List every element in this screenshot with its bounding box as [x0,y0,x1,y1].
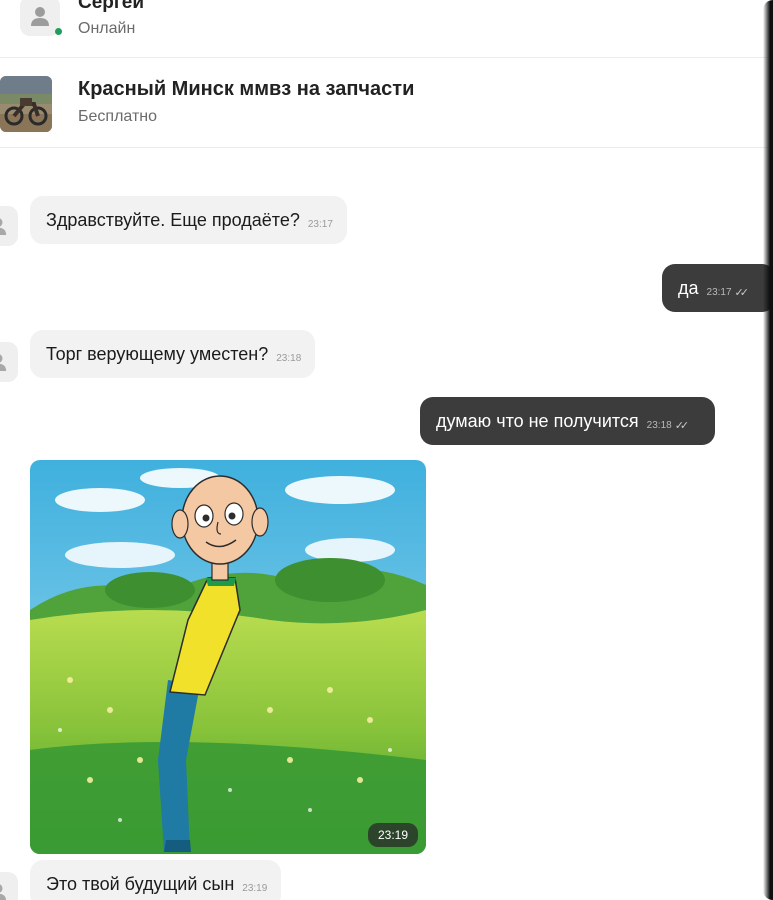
chat-header: Сергей Онлайн [0,0,773,58]
listing-card[interactable]: Красный Минск ммвз на запчасти Бесплатно [0,60,773,148]
sender-avatar[interactable] [0,872,18,900]
user-status: Онлайн [78,20,136,37]
user-avatar[interactable] [20,0,60,36]
double-check-icon: ✓✓ [674,419,690,432]
image-message[interactable]: 23:19 [30,460,426,854]
message-time: 23:17 [706,286,732,298]
message-time: 23:18 [646,419,672,431]
user-icon [31,7,49,26]
message-text: Торг верующему уместен? [46,343,269,364]
user-icon [0,884,7,900]
message-bubble-outgoing[interactable]: да 23:17 ✓✓ [662,264,773,312]
message-time: 23:19 [242,882,268,894]
listing-thumbnail[interactable] [0,76,52,132]
image-time: 23:19 [367,823,418,847]
user-icon [0,354,7,371]
listing-price: Бесплатно [78,108,158,125]
message-text: думаю что не получится [436,410,639,431]
message-time: 23:17 [307,218,333,230]
message-time: 23:18 [276,352,302,364]
user-icon [0,218,7,235]
online-indicator [55,28,62,35]
user-name[interactable]: Сергей [78,0,144,14]
message-text: Здравствуйте. Еще продаёте? [46,209,300,230]
message-text: да [678,277,699,298]
message-bubble-incoming[interactable]: Здравствуйте. Еще продаёте? 23:17 [30,196,347,244]
message-bubble-incoming[interactable]: Торг верующему уместен? 23:18 [30,330,316,378]
message-bubble-outgoing[interactable]: думаю что не получится 23:18 ✓✓ [420,397,716,445]
double-check-icon: ✓✓ [734,286,750,299]
message-text: Это твой будущий сын [46,873,235,894]
cartoon-boy-in-meadow [30,460,426,854]
sender-avatar[interactable] [0,206,18,246]
message-bubble-incoming[interactable]: Это твой будущий сын 23:19 [30,860,282,900]
device-frame-edge [763,0,773,900]
sender-avatar[interactable] [0,342,18,382]
motorcycle-photo [0,76,52,132]
listing-title[interactable]: Красный Минск ммвз на запчасти [78,78,414,101]
